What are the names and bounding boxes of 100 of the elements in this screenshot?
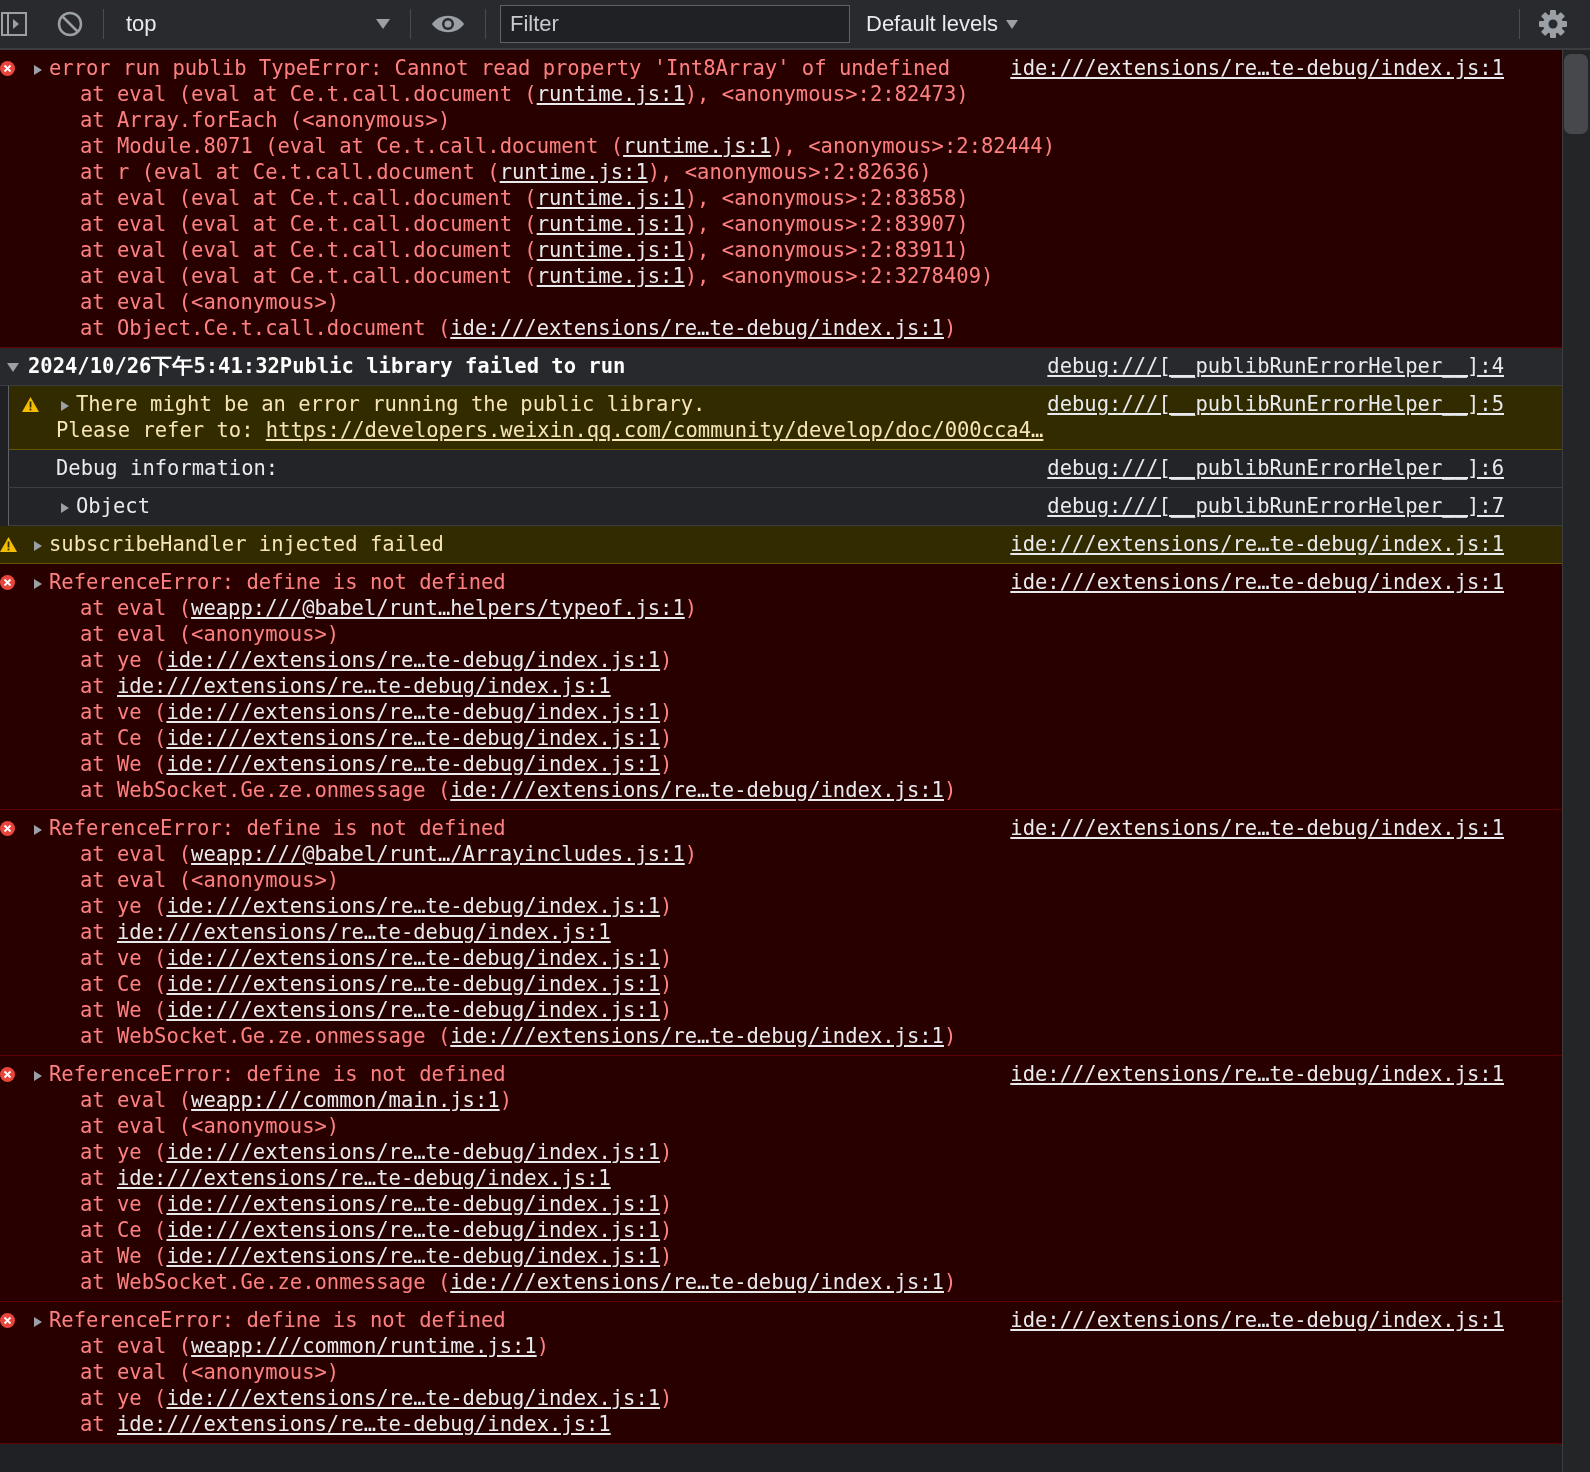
source-link[interactable]: runtime.js:1: [536, 82, 685, 106]
source-link[interactable]: weapp:///common/main.js:1: [191, 1088, 500, 1112]
stack-frame: at We (ide:///extensions/re…te-debug/index.js:1): [28, 1243, 1562, 1269]
stack-frame: at Module.8071 (eval at Ce.t.call.document (runtime.js:1), <anonymous>:2:82444): [28, 133, 1562, 159]
source-link[interactable]: ide:///extensions/re…te-debug/index.js:1: [1010, 55, 1504, 81]
message-text: ReferenceError: define is not defined: [49, 816, 506, 840]
clear-console-icon[interactable]: [57, 11, 83, 37]
stack-frame: at eval (weapp:///common/main.js:1): [28, 1087, 1562, 1113]
source-link[interactable]: ide:///extensions/re…te-debug/index.js:1: [117, 674, 611, 698]
source-link[interactable]: ide:///extensions/re…te-debug/index.js:1: [1010, 1307, 1504, 1333]
stack-frame: at ve (ide:///extensions/re…te-debug/index.js:1): [28, 1191, 1562, 1217]
message-text: Debug information:: [56, 456, 279, 480]
source-link[interactable]: debug:///[__publibRunErrorHelper__]:4: [1047, 353, 1504, 379]
stack-frame: at ve (ide:///extensions/re…te-debug/index.js:1): [28, 945, 1562, 971]
error-icon: [0, 61, 15, 76]
source-link[interactable]: ide:///extensions/re…te-debug/index.js:1: [117, 1166, 611, 1190]
stack-frame: at ye (ide:///extensions/re…te-debug/index.js:1): [28, 1139, 1562, 1165]
url-link[interactable]: https://developers.weixin.qq.com/community/develop/doc/000cca4…: [265, 418, 1044, 442]
source-link[interactable]: debug:///[__publibRunErrorHelper__]:5: [1047, 391, 1504, 417]
stack-frame: at ye (ide:///extensions/re…te-debug/index.js:1): [28, 647, 1562, 673]
source-link[interactable]: ide:///extensions/re…te-debug/index.js:1: [117, 1412, 611, 1436]
expand-arrow-icon[interactable]: [60, 400, 70, 412]
source-link[interactable]: ide:///extensions/re…te-debug/index.js:1: [1010, 1061, 1504, 1087]
source-link[interactable]: ide:///extensions/re…te-debug/index.js:1: [166, 1218, 661, 1242]
stack-frame: at We (ide:///extensions/re…te-debug/index.js:1): [28, 751, 1562, 777]
stack-frame: at eval (eval at Ce.t.call.document (runtime.js:1), <anonymous>:2:83911): [28, 237, 1562, 263]
stack-frame: at We (ide:///extensions/re…te-debug/index.js:1): [28, 997, 1562, 1023]
source-link[interactable]: ide:///extensions/re…te-debug/index.js:1: [166, 1244, 661, 1268]
scrollbar[interactable]: [1562, 50, 1590, 1472]
source-link[interactable]: runtime.js:1: [536, 186, 685, 210]
message-text: Please refer to: https://developers.weixin.qq.com/community/develop/doc/000cca4…: [56, 417, 1045, 443]
source-link[interactable]: weapp:///@babel/runt…helpers/typeof.js:1: [191, 596, 685, 620]
source-link[interactable]: runtime.js:1: [536, 238, 685, 262]
source-link[interactable]: ide:///extensions/re…te-debug/index.js:1: [166, 1386, 661, 1410]
stack-frame: at WebSocket.Ge.ze.onmessage (ide:///extensions/re…te-debug/index.js:1): [28, 1269, 1562, 1295]
source-link[interactable]: weapp:///@babel/runt…/Arrayincludes.js:1: [191, 842, 685, 866]
log-levels-dropdown[interactable]: Default levels: [866, 11, 1019, 37]
expand-arrow-icon[interactable]: [60, 502, 70, 514]
source-link[interactable]: ide:///extensions/re…te-debug/index.js:1: [450, 778, 944, 802]
stack-frame: at ye (ide:///extensions/re…te-debug/index.js:1): [28, 893, 1562, 919]
source-link[interactable]: ide:///extensions/re…te-debug/index.js:1: [450, 1270, 944, 1294]
error-icon: [0, 575, 15, 590]
settings-icon[interactable]: [1538, 9, 1568, 39]
expand-arrow-icon[interactable]: [33, 578, 43, 590]
source-link[interactable]: ide:///extensions/re…te-debug/index.js:1: [166, 752, 661, 776]
message-text: ReferenceError: define is not defined: [49, 570, 506, 594]
filter-field[interactable]: Filter: [500, 5, 850, 43]
error-icon: [0, 821, 15, 836]
source-link[interactable]: ide:///extensions/re…te-debug/index.js:1: [166, 726, 661, 750]
source-link[interactable]: runtime.js:1: [536, 264, 685, 288]
source-link[interactable]: ide:///extensions/re…te-debug/index.js:1: [117, 920, 611, 944]
source-link[interactable]: ide:///extensions/re…te-debug/index.js:1: [450, 316, 944, 340]
source-link[interactable]: ide:///extensions/re…te-debug/index.js:1: [450, 1024, 944, 1048]
source-link[interactable]: debug:///[__publibRunErrorHelper__]:6: [1047, 455, 1504, 481]
context-select[interactable]: top: [118, 11, 390, 37]
expand-arrow-icon[interactable]: [33, 540, 43, 552]
warning-icon: [22, 397, 39, 412]
stack-frame: at ide:///extensions/re…te-debug/index.js:1: [28, 1165, 1562, 1191]
source-link[interactable]: runtime.js:1: [499, 160, 648, 184]
expand-arrow-icon[interactable]: [33, 64, 43, 76]
source-link[interactable]: debug:///[__publibRunErrorHelper__]:7: [1047, 493, 1504, 519]
stack-frame: at WebSocket.Ge.ze.onmessage (ide:///extensions/re…te-debug/index.js:1): [28, 1023, 1562, 1049]
source-link[interactable]: ide:///extensions/re…te-debug/index.js:1: [166, 1140, 661, 1164]
stack-frame: at ide:///extensions/re…te-debug/index.js:1: [28, 673, 1562, 699]
source-link[interactable]: runtime.js:1: [623, 134, 772, 158]
sidebar-toggle-icon[interactable]: [1, 11, 27, 37]
stack-frame: at eval (<anonymous>): [28, 1113, 1562, 1139]
expand-arrow-icon[interactable]: [33, 1070, 43, 1082]
source-link[interactable]: ide:///extensions/re…te-debug/index.js:1: [166, 972, 661, 996]
expand-arrow-icon[interactable]: [33, 1316, 43, 1328]
stack-frame: at eval (eval at Ce.t.call.document (runtime.js:1), <anonymous>:2:83907): [28, 211, 1562, 237]
message-text: 2024/10/26下午5:41:32Public library failed to run: [28, 354, 626, 378]
source-link[interactable]: ide:///extensions/re…te-debug/index.js:1: [166, 894, 661, 918]
source-link[interactable]: ide:///extensions/re…te-debug/index.js:1: [166, 648, 661, 672]
stack-frame: at Ce (ide:///extensions/re…te-debug/index.js:1): [28, 725, 1562, 751]
source-link[interactable]: ide:///extensions/re…te-debug/index.js:1: [166, 998, 661, 1022]
error-icon: [0, 1313, 15, 1328]
source-link[interactable]: ide:///extensions/re…te-debug/index.js:1: [166, 1192, 661, 1216]
eye-icon[interactable]: [431, 13, 465, 35]
stack-frame: at ye (ide:///extensions/re…te-debug/index.js:1): [28, 1385, 1562, 1411]
source-link[interactable]: ide:///extensions/re…te-debug/index.js:1: [1010, 569, 1504, 595]
expand-arrow-icon[interactable]: [33, 824, 43, 836]
error-icon: [0, 1067, 15, 1082]
stack-frame: at eval (eval at Ce.t.call.document (runtime.js:1), <anonymous>:2:3278409): [28, 263, 1562, 289]
source-link[interactable]: ide:///extensions/re…te-debug/index.js:1: [1010, 531, 1504, 557]
expand-arrow-icon[interactable]: [7, 361, 19, 373]
source-link[interactable]: weapp:///common/runtime.js:1: [191, 1334, 537, 1358]
message-text: Object: [76, 494, 151, 518]
source-link[interactable]: runtime.js:1: [536, 212, 685, 236]
source-link[interactable]: ide:///extensions/re…te-debug/index.js:1: [166, 946, 661, 970]
scrollbar-thumb[interactable]: [1564, 54, 1588, 134]
source-link[interactable]: ide:///extensions/re…te-debug/index.js:1: [166, 700, 661, 724]
stack-frame: at eval (<anonymous>): [28, 289, 1562, 315]
message-text: ReferenceError: define is not defined: [49, 1062, 506, 1086]
stack-frame: at Array.forEach (<anonymous>): [28, 107, 1562, 133]
stack-frame: at ide:///extensions/re…te-debug/index.js:1: [28, 1411, 1562, 1437]
message-text: There might be an error running the public library.: [76, 392, 706, 416]
source-link[interactable]: ide:///extensions/re…te-debug/index.js:1: [1010, 815, 1504, 841]
stack-frame: at Ce (ide:///extensions/re…te-debug/index.js:1): [28, 971, 1562, 997]
stack-frame: at eval (weapp:///common/runtime.js:1): [28, 1333, 1562, 1359]
